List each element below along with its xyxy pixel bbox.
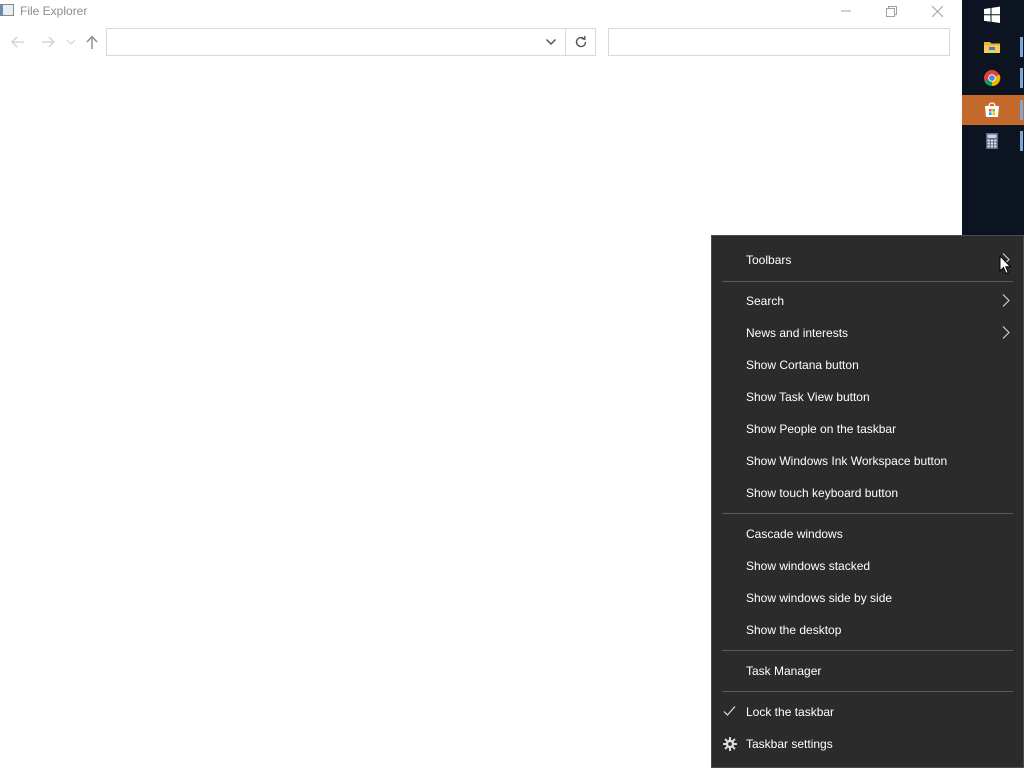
menu-item-label: Show People on the taskbar — [746, 422, 897, 436]
menu-item-search[interactable]: Search — [712, 285, 1023, 317]
forward-button[interactable] — [39, 33, 57, 51]
chevron-right-icon — [1002, 294, 1010, 307]
chevron-down-icon — [546, 39, 556, 45]
address-bar[interactable] — [106, 28, 566, 56]
recent-locations-button[interactable] — [65, 33, 77, 51]
windows-logo-icon — [984, 6, 1000, 23]
menu-separator — [722, 691, 1013, 692]
menu-item-show-ink-workspace[interactable]: Show Windows Ink Workspace button — [712, 445, 1023, 477]
taskbar-store[interactable] — [962, 95, 1024, 125]
refresh-button[interactable] — [566, 28, 596, 56]
file-explorer-app-icon — [0, 4, 14, 16]
folder-icon — [984, 42, 1000, 53]
arrow-right-icon — [42, 36, 55, 48]
arrow-left-icon — [11, 36, 24, 48]
taskbar-chrome[interactable] — [962, 63, 1024, 93]
menu-item-task-manager[interactable]: Task Manager — [712, 655, 1023, 687]
menu-item-label: Show windows side by side — [746, 591, 893, 605]
menu-item-lock-taskbar[interactable]: Lock the taskbar — [712, 696, 1023, 728]
menu-item-show-touch-keyboard[interactable]: Show touch keyboard button — [712, 477, 1023, 509]
menu-item-show-task-view[interactable]: Show Task View button — [712, 381, 1023, 413]
taskbar-calculator[interactable] — [962, 126, 1024, 156]
running-indicator — [1020, 100, 1023, 120]
chevron-down-icon — [67, 39, 75, 45]
address-dropdown-button[interactable] — [538, 28, 564, 56]
menu-separator — [722, 513, 1013, 514]
menu-item-label: Show touch keyboard button — [746, 486, 899, 500]
gear-icon — [723, 737, 737, 751]
menu-item-label: Show Windows Ink Workspace button — [746, 454, 948, 468]
taskbar-context-menu: Toolbars Search News and interests Show … — [711, 235, 1024, 768]
menu-item-cascade-windows[interactable]: Cascade windows — [712, 518, 1023, 550]
menu-separator — [722, 281, 1013, 282]
arrow-up-icon — [86, 35, 98, 49]
up-button[interactable] — [83, 33, 101, 51]
chevron-right-icon — [1002, 326, 1010, 339]
menu-item-label: Cascade windows — [746, 527, 843, 541]
menu-item-label: Taskbar settings — [746, 737, 833, 751]
back-button[interactable] — [9, 33, 27, 51]
minimize-icon — [841, 10, 851, 12]
taskbar-file-explorer[interactable] — [962, 32, 1024, 62]
menu-item-label: Task Manager — [746, 664, 822, 678]
menu-item-taskbar-settings[interactable]: Taskbar settings — [712, 728, 1023, 760]
menu-item-show-windows-side-by-side[interactable]: Show windows side by side — [712, 582, 1023, 614]
menu-item-label: Show Task View button — [746, 390, 870, 404]
restore-icon — [885, 5, 897, 17]
chrome-icon — [984, 70, 1001, 87]
close-button[interactable] — [914, 0, 960, 22]
menu-item-label: News and interests — [746, 326, 849, 340]
menu-item-news-and-interests[interactable]: News and interests — [712, 317, 1023, 349]
menu-item-show-windows-stacked[interactable]: Show windows stacked — [712, 550, 1023, 582]
search-box[interactable] — [608, 28, 950, 56]
menu-item-label: Show Cortana button — [746, 358, 859, 372]
calculator-icon — [986, 133, 998, 149]
store-icon — [985, 102, 999, 117]
checkmark-icon — [723, 706, 736, 716]
running-indicator — [1020, 131, 1023, 151]
running-indicator — [1020, 68, 1023, 88]
minimize-button[interactable] — [823, 0, 869, 22]
menu-separator — [722, 650, 1013, 651]
refresh-icon — [575, 36, 586, 48]
menu-item-toolbars[interactable]: Toolbars — [712, 244, 1023, 276]
menu-item-show-people[interactable]: Show People on the taskbar — [712, 413, 1023, 445]
menu-item-label: Toolbars — [746, 253, 792, 267]
close-icon — [931, 5, 943, 17]
window-title: File Explorer — [20, 4, 88, 18]
menu-item-show-desktop[interactable]: Show the desktop — [712, 614, 1023, 646]
menu-item-label: Show windows stacked — [746, 559, 871, 573]
menu-item-show-cortana[interactable]: Show Cortana button — [712, 349, 1023, 381]
menu-item-label: Show the desktop — [746, 623, 842, 637]
restore-button[interactable] — [868, 0, 914, 22]
start-button[interactable] — [962, 0, 1024, 30]
menu-item-label: Search — [746, 294, 785, 308]
running-indicator — [1020, 37, 1023, 57]
title-bar[interactable]: File Explorer — [0, 0, 962, 24]
menu-item-label: Lock the taskbar — [746, 705, 835, 719]
mouse-cursor-icon — [999, 255, 1012, 275]
